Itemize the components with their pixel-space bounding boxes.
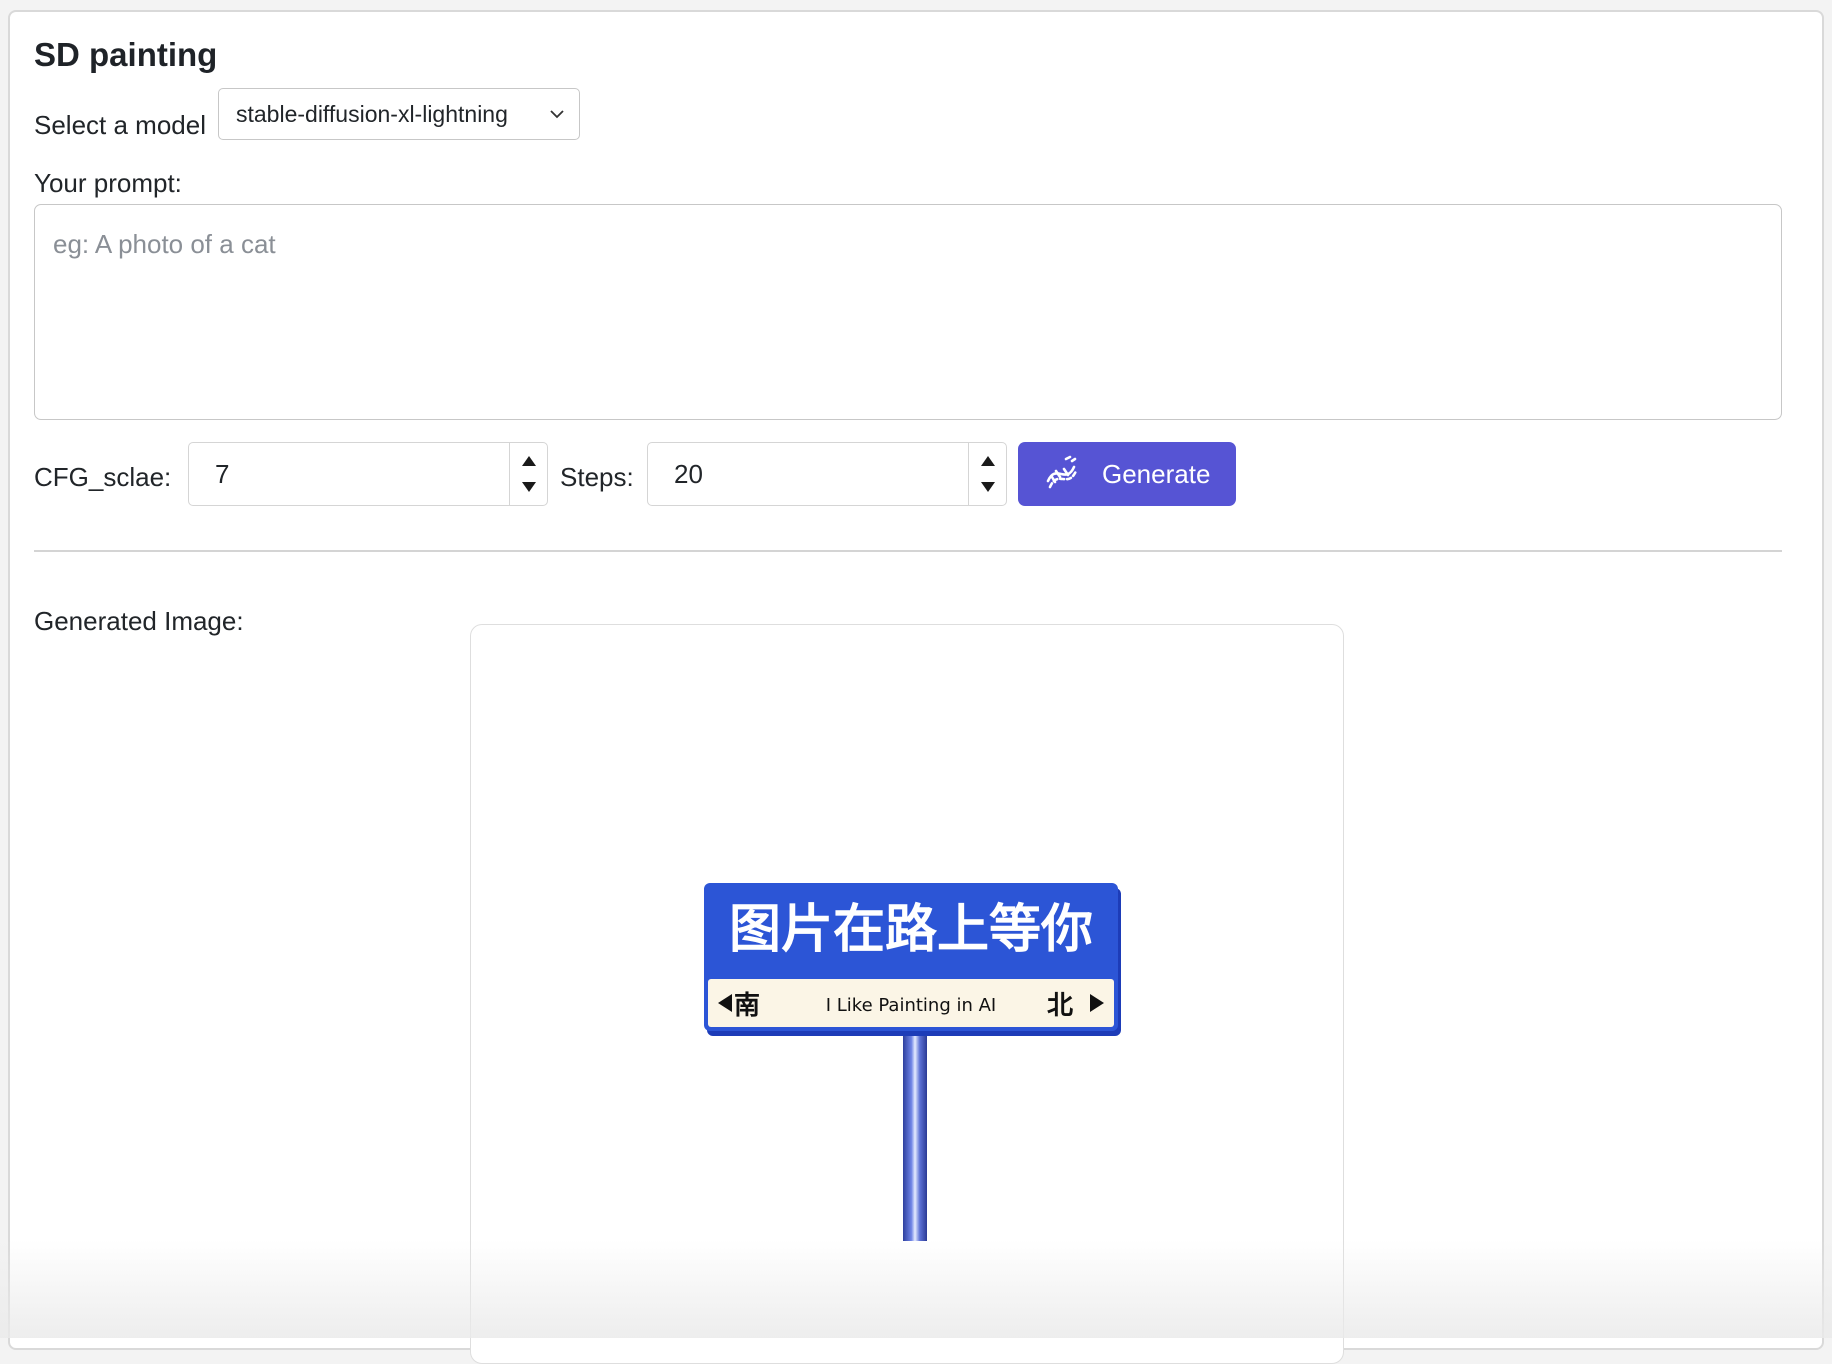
model-select[interactable]: stable-diffusion-xl-lightning — [218, 88, 580, 140]
cfg-scale-value: 7 — [215, 458, 230, 489]
steps-value: 20 — [674, 458, 703, 489]
generated-image-frame: 图片在路上等你 南 I Like Painting in AI 北 — [470, 624, 1344, 1364]
sign-main-text: 图片在路上等你 — [729, 900, 1093, 960]
sign-left-direction: 南 — [734, 991, 760, 1021]
model-select-label: Select a model — [34, 110, 206, 140]
dna-icon — [1046, 455, 1078, 489]
stepper-down-icon[interactable] — [521, 481, 537, 493]
page-title: SD painting — [34, 36, 218, 73]
cfg-scale-label: CFG_sclae: — [34, 462, 172, 492]
chevron-down-icon — [550, 110, 564, 119]
prompt-textarea[interactable] — [34, 204, 1782, 420]
generate-button-label: Generate — [1102, 458, 1211, 489]
cfg-scale-input[interactable]: 7 — [188, 442, 548, 506]
stepper-up-icon[interactable] — [521, 455, 537, 467]
generated-image-label: Generated Image: — [34, 606, 244, 636]
section-divider — [34, 550, 1782, 552]
prompt-label: Your prompt: — [34, 168, 182, 198]
stepper-down-icon[interactable] — [980, 481, 996, 493]
cfg-scale-stepper[interactable] — [509, 443, 547, 505]
sign-sub-text: I Like Painting in AI — [826, 995, 997, 1016]
model-select-value: stable-diffusion-xl-lightning — [236, 100, 508, 127]
generate-button[interactable]: Generate — [1018, 442, 1236, 506]
road-sign-placeholder-image: 图片在路上等你 南 I Like Painting in AI 北 — [704, 883, 1121, 1241]
steps-input[interactable]: 20 — [647, 442, 1007, 506]
steps-stepper[interactable] — [968, 443, 1006, 505]
sign-right-direction: 北 — [1047, 991, 1073, 1021]
stepper-up-icon[interactable] — [980, 455, 996, 467]
steps-label: Steps: — [560, 462, 634, 492]
